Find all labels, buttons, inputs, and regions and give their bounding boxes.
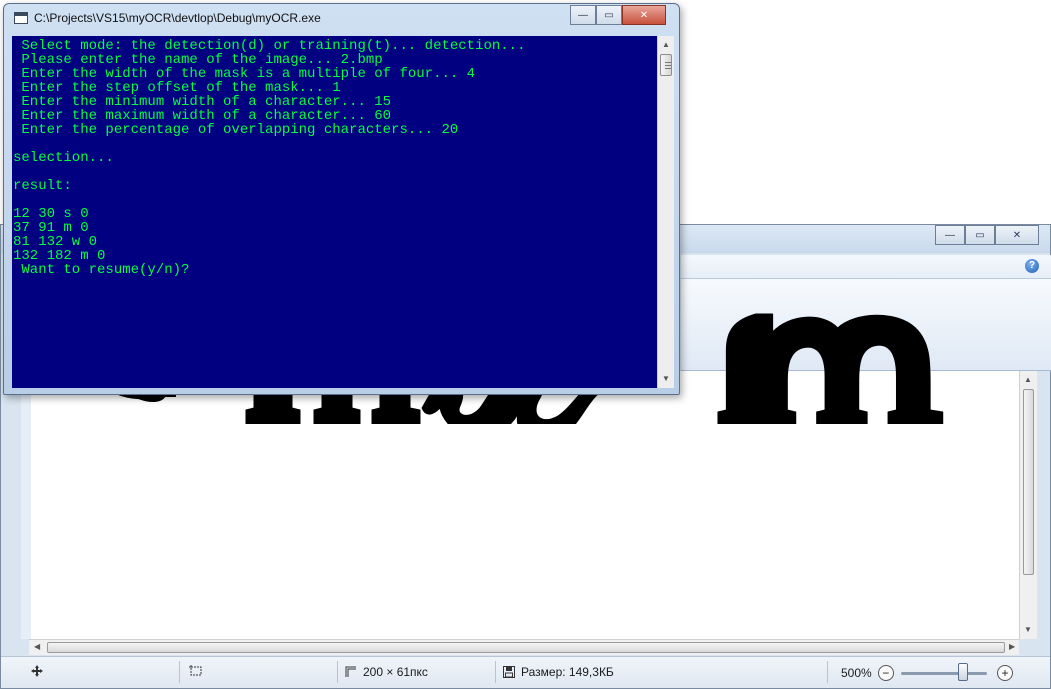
canvas-horizontal-scrollbar[interactable]: ◀ ▶ [29, 639, 1019, 655]
console-scroll-down-icon[interactable]: ▼ [662, 374, 670, 383]
console-title: C:\Projects\VS15\myOCR\devtlop\Debug\myO… [34, 11, 321, 25]
console-line: Select mode: the detection(d) or trainin… [13, 38, 526, 54]
console-line: 81 132 w 0 [13, 234, 98, 250]
move-icon [31, 665, 43, 677]
file-size-text: Размер: 149,3КБ [521, 665, 614, 679]
scroll-left-arrow-icon[interactable]: ◀ [34, 642, 40, 651]
console-scroll-thumb[interactable] [660, 54, 672, 76]
glyph-m2 [717, 313, 944, 424]
console-scroll-up-icon[interactable]: ▲ [662, 40, 670, 49]
console-line: Enter the width of the mask is a multipl… [13, 66, 476, 82]
console-minimize-button[interactable]: — [570, 5, 596, 25]
console-line: Want to resume(y/n)? [13, 262, 190, 278]
console-line: Enter the minimum width of a character..… [13, 94, 392, 110]
console-line: Please enter the name of the image... 2.… [13, 52, 383, 68]
zoom-out-icon[interactable]: − [877, 665, 894, 681]
console-line: Enter the maximum width of a character..… [13, 108, 392, 124]
console-line: result: [13, 178, 72, 194]
select-icon [189, 665, 203, 677]
scroll-down-arrow-icon[interactable]: ▼ [1024, 625, 1032, 634]
zoom-level-text: 500% [841, 666, 872, 680]
vertical-scroll-thumb[interactable] [1023, 389, 1034, 575]
zoom-in-icon[interactable]: + [997, 665, 1013, 681]
resize-icon [345, 666, 356, 677]
zoom-slider-track[interactable] [901, 672, 987, 675]
console-output-area[interactable]: Select mode: the detection(d) or trainin… [12, 36, 657, 388]
scroll-up-arrow-icon[interactable]: ▲ [1024, 375, 1032, 384]
console-close-button[interactable]: ✕ [622, 5, 666, 25]
image-dimensions-text: 200 × 61пкс [363, 665, 428, 679]
console-line: 132 182 m 0 [13, 248, 106, 264]
console-line: Enter the percentage of overlapping char… [13, 122, 459, 138]
zoom-slider-handle[interactable] [957, 663, 968, 681]
horizontal-scroll-thumb[interactable] [47, 642, 1005, 653]
save-icon [503, 666, 515, 678]
console-line: 37 91 m 0 [13, 220, 89, 236]
scroll-right-arrow-icon[interactable]: ▶ [1009, 642, 1015, 651]
console-line: selection... [13, 150, 114, 166]
console-maximize-button[interactable]: ▭ [596, 5, 622, 25]
console-line: 12 30 s 0 [13, 206, 89, 222]
paint-statusbar: 200 × 61пкс Размер: 149,3КБ 500% − + [1, 656, 1050, 688]
console-line: Enter the step offset of the mask... 1 [13, 80, 341, 96]
zoom-cell: 500% − [841, 665, 894, 681]
console-app-icon [14, 12, 28, 24]
close-button[interactable]: ✕ [995, 225, 1039, 245]
help-icon[interactable]: ? [1025, 259, 1039, 273]
dimensions-cell: 200 × 61пкс [345, 665, 428, 679]
console-window: C:\Projects\VS15\myOCR\devtlop\Debug\myO… [3, 3, 680, 395]
filesize-cell: Размер: 149,3КБ [503, 665, 614, 679]
canvas-vertical-scrollbar[interactable]: ▲ ▼ [1019, 371, 1037, 639]
zoom-in-cell: + [997, 665, 1013, 681]
console-caption-buttons: — ▭ ✕ [570, 5, 666, 25]
console-vertical-scrollbar[interactable]: ▲ ▼ [657, 36, 674, 388]
console-output-text: Select mode: the detection(d) or trainin… [12, 36, 657, 277]
